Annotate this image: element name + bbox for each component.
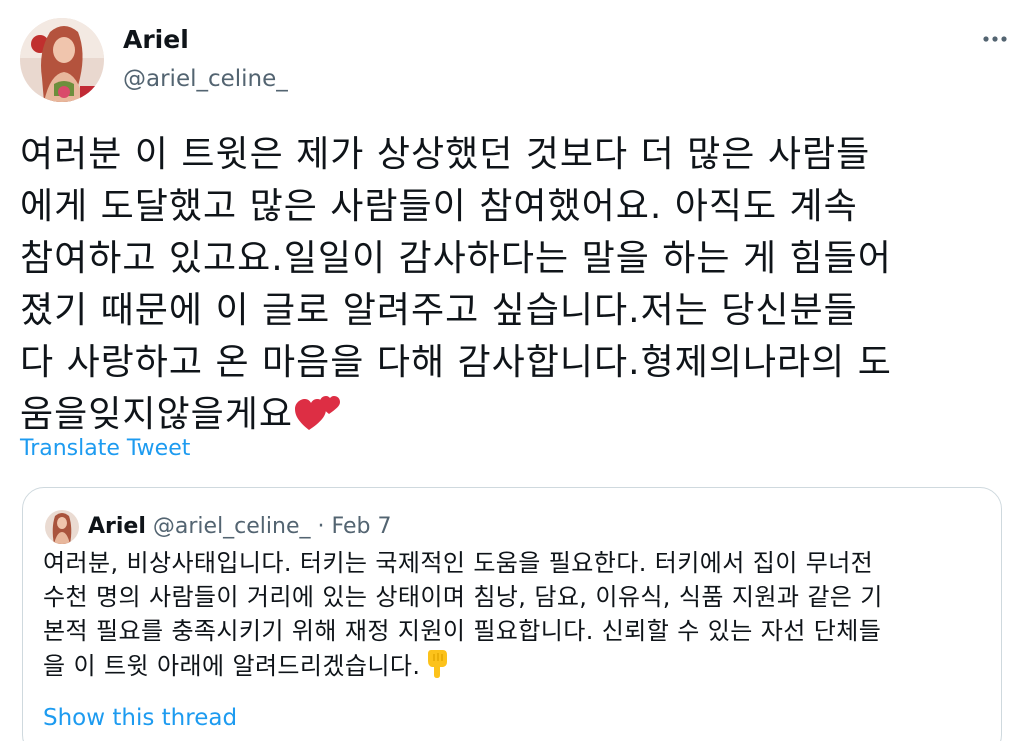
quoted-text-line-last: 을 이 트윗 아래에 알려드리겠습니다. bbox=[43, 648, 993, 687]
tweet-text-line: 참여하고 있고요.일일이 감사하다는 말을 하는 게 힘들어 bbox=[20, 238, 892, 279]
two-hearts-icon bbox=[294, 392, 341, 447]
quoted-tweet-header: Ariel @ariel_celine_ · Feb 7 bbox=[88, 510, 391, 544]
tweet-text-line: 여러분 이 트윗은 제가 상상했던 것보다 더 많은 사람들 bbox=[20, 134, 871, 175]
backhand-index-pointing-down-icon bbox=[426, 648, 450, 687]
more-horizontal-icon bbox=[983, 36, 1007, 42]
author-handle[interactable]: @ariel_celine_ bbox=[123, 64, 288, 94]
author-avatar[interactable] bbox=[20, 18, 104, 102]
tweet-text-line: 다 사랑하고 온 마음을 다해 감사합니다.형제의나라의 도 bbox=[20, 342, 892, 383]
quoted-author-avatar bbox=[45, 510, 79, 544]
author-display-name[interactable]: Ariel bbox=[123, 24, 189, 56]
tweet-text: 여러분 이 트윗은 제가 상상했던 것보다 더 많은 사람들 에게 도달했고 많… bbox=[20, 129, 1010, 447]
more-options-button[interactable] bbox=[980, 24, 1010, 54]
quoted-text-line: 을 이 트윗 아래에 알려드리겠습니다. bbox=[43, 652, 421, 680]
tweet-text-line: 졌기 때문에 이 글로 알려주고 싶습니다.저는 당신분들 bbox=[20, 290, 858, 331]
quoted-tweet-card[interactable]: Ariel @ariel_celine_ · Feb 7 여러분, 비상사태입니… bbox=[22, 487, 1002, 741]
quoted-tweet-date[interactable]: Feb 7 bbox=[332, 514, 392, 539]
tweet-text-line: 움을잊지않을게요 bbox=[20, 394, 293, 435]
quoted-text-line: 수천 명의 사람들이 거리에 있는 상태이며 침낭, 담요, 이유식, 식품 지… bbox=[43, 583, 883, 611]
show-thread-link[interactable]: Show this thread bbox=[43, 702, 237, 734]
translate-tweet-link[interactable]: Translate Tweet bbox=[20, 434, 190, 464]
quoted-text-line: 본적 필요를 충족시키기 위해 재정 지원이 필요합니다. 신뢰할 수 있는 자… bbox=[43, 617, 882, 645]
header-separator: · bbox=[317, 514, 325, 539]
tweet-text-line: 에게 도달했고 많은 사람들이 참여했어요. 아직도 계속 bbox=[20, 186, 858, 227]
quoted-author-handle: @ariel_celine_ bbox=[152, 514, 311, 539]
quoted-author-name: Ariel bbox=[88, 514, 146, 539]
quoted-tweet-text: 여러분, 비상사태입니다. 터키는 국제적인 도움을 필요한다. 터키에서 집이… bbox=[43, 546, 993, 687]
quoted-text-line: 여러분, 비상사태입니다. 터키는 국제적인 도움을 필요한다. 터키에서 집이… bbox=[43, 549, 874, 577]
